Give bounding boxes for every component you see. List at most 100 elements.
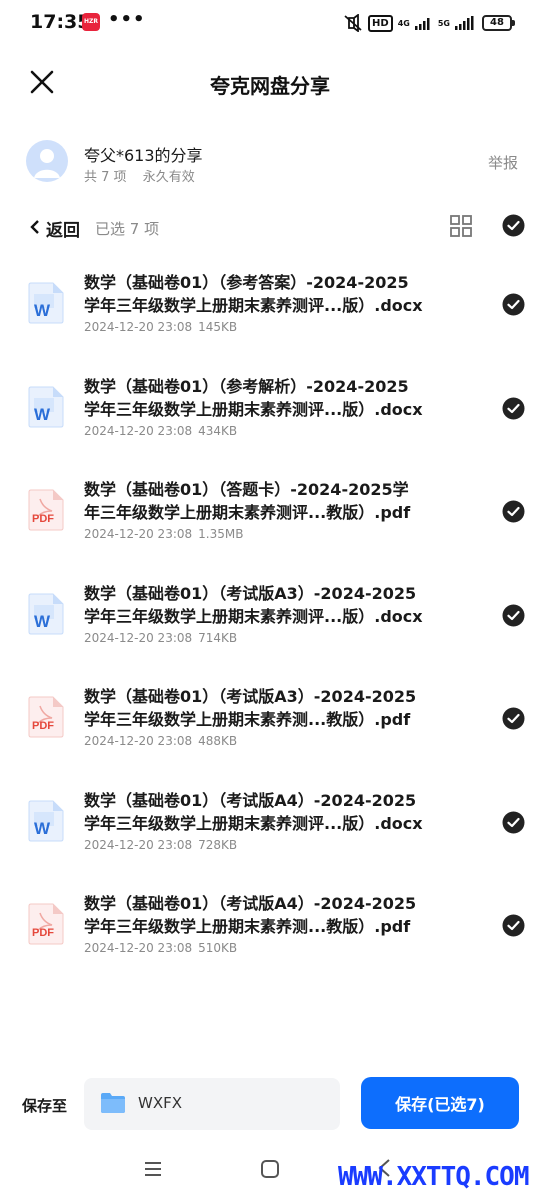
status-indicators: HD 4G 5G 48	[343, 13, 515, 33]
file-date: 2024-12-20 23:08	[84, 527, 193, 541]
check-circle-icon	[502, 214, 525, 237]
file-date: 2024-12-20 23:08	[84, 630, 193, 645]
share-info: 夸父*613的分享 共 7 项 永久有效 举报	[0, 130, 540, 194]
file-type-badge: PDF	[32, 513, 54, 525]
file-meta: 2024-12-20 23:08 434KB	[84, 424, 243, 438]
file-date: 2024-12-20 23:08	[84, 423, 193, 438]
bottom-bar: 保存至 WXFX 保存(已选7)	[0, 1070, 540, 1140]
check-circle-icon	[502, 914, 525, 937]
file-size: 1.35MB	[198, 527, 244, 541]
file-size: 488KB	[198, 734, 238, 748]
report-button[interactable]: 举报	[488, 152, 518, 173]
battery-icon: 48	[482, 15, 515, 31]
file-item[interactable]: PDF 数学（基础卷01）（考试版A3）-2024-2025 学年三年级数学上册期…	[0, 676, 540, 780]
user-avatar-icon	[34, 149, 60, 178]
file-type-badge: W	[34, 405, 51, 424]
file-size: 714KB	[198, 630, 238, 645]
file-checkbox[interactable]	[502, 397, 525, 420]
file-item[interactable]: PDF 数学（基础卷01）（考试版A4）-2024-2025 学年三年级数学上册期…	[0, 883, 540, 987]
file-name: 数学（基础卷01）（答题卡）-2024-2025学 年三年级数学上册期末素养测评…	[84, 480, 411, 522]
file-item[interactable]: PDF 数学（基础卷01）（答题卡）-2024-2025学 年三年级数学上册期末素…	[0, 469, 540, 573]
word-file-icon: W	[28, 800, 64, 841]
file-list: W 数学（基础卷01）（参考答案）-2024-2025 学年三年级数学上册期末素养…	[0, 262, 540, 987]
grid-view-toggle[interactable]	[450, 215, 472, 237]
mute-icon	[344, 14, 362, 32]
file-checkbox[interactable]	[502, 707, 525, 730]
share-item-count: 共 7 项	[84, 170, 127, 185]
back-button[interactable]: 返回	[30, 216, 80, 241]
file-name: 数学（基础卷01）（考试版A4）-2024-2025 学年三年级数学上册期末素养…	[84, 790, 423, 833]
file-meta: 2024-12-20 23:08 728KB	[84, 838, 243, 852]
file-checkbox[interactable]	[502, 914, 525, 937]
share-owner-name: 夸父*613的分享	[84, 146, 203, 165]
check-circle-icon	[502, 397, 525, 419]
page-title: 夸克网盘分享	[210, 74, 330, 98]
file-name: 数学（基础卷01）（参考解析）-2024-2025 学年三年级数学上册期末素养测…	[84, 376, 423, 419]
status-bar: 17:35 HZR ••• HD 4G 5G 48	[0, 0, 540, 46]
selected-count: 已选 7 项	[95, 220, 160, 238]
file-meta: 2024-12-20 23:08 145KB	[84, 320, 243, 334]
folder-name: WXFX	[138, 1094, 183, 1112]
file-date: 2024-12-20 23:08	[84, 320, 193, 334]
file-type-badge: PDF	[32, 927, 54, 939]
file-name: 数学（基础卷01）（参考答案）-2024-2025 学年三年级数学上册期末素养测…	[84, 273, 423, 315]
file-type-badge: W	[34, 612, 51, 631]
file-size: 145KB	[198, 320, 238, 334]
file-type-badge: W	[34, 301, 51, 320]
folder-icon	[101, 1093, 125, 1113]
watermark-text: WWW.XXTTQ.COM	[338, 1162, 529, 1192]
file-item[interactable]: W 数学（基础卷01）（参考答案）-2024-2025 学年三年级数学上册期末素养…	[0, 262, 540, 366]
pdf-file-icon: PDF	[28, 489, 64, 531]
file-checkbox[interactable]	[502, 604, 525, 627]
nav-recents-button[interactable]	[142, 1158, 164, 1180]
nav-home-button[interactable]	[259, 1158, 281, 1180]
file-name: 数学（基础卷01）（考试版A3）-2024-2025 学年三年级数学上册期末素养…	[84, 687, 417, 729]
hd-badge: HD	[368, 14, 393, 32]
back-label: 返回	[46, 221, 80, 241]
file-checkbox[interactable]	[502, 293, 525, 316]
share-validity: 永久有效	[142, 170, 195, 185]
word-file-icon: W	[28, 282, 64, 324]
file-item[interactable]: W 数学（基础卷01）（参考解析）-2024-2025 学年三年级数学上册期末素养…	[0, 366, 540, 470]
file-item[interactable]: W 数学（基础卷01）（考试版A4）-2024-2025 学年三年级数学上册期末素…	[0, 780, 540, 884]
signal-4g-icon	[414, 18, 430, 30]
file-checkbox[interactable]	[502, 811, 525, 834]
check-circle-icon	[502, 811, 525, 833]
file-type-badge: PDF	[32, 720, 54, 732]
file-meta: 2024-12-20 23:08 488KB	[84, 734, 243, 748]
share-meta: 共 7 项 永久有效	[84, 166, 207, 185]
home-square-icon	[261, 1160, 279, 1178]
file-date: 2024-12-20 23:08	[84, 941, 193, 955]
pdf-file-icon: PDF	[28, 903, 64, 945]
folder-picker[interactable]: WXFX	[84, 1078, 340, 1130]
file-name: 数学（基础卷01）（考试版A3）-2024-2025 学年三年级数学上册期末素养…	[84, 583, 423, 626]
more-notifications-icon: •••	[108, 9, 146, 30]
file-checkbox[interactable]	[502, 500, 525, 523]
avatar	[26, 140, 68, 182]
network-4g-label: 4G	[397, 18, 410, 28]
grid-icon	[450, 215, 472, 237]
file-meta: 2024-12-20 23:08 510KB	[84, 941, 243, 955]
selection-toolbar: 返回 已选 7 项	[0, 208, 540, 248]
check-circle-icon	[502, 707, 525, 730]
save-button[interactable]: 保存(已选7)	[361, 1077, 519, 1129]
file-size: 728KB	[198, 837, 238, 852]
app-notification-icon: HZR	[82, 13, 100, 31]
select-all-checkbox[interactable]	[502, 214, 525, 237]
word-file-icon: W	[28, 386, 64, 427]
file-meta: 2024-12-20 23:08 714KB	[84, 631, 243, 645]
check-circle-icon	[502, 500, 525, 523]
file-type-badge: W	[34, 819, 51, 838]
file-date: 2024-12-20 23:08	[84, 837, 193, 852]
file-meta: 2024-12-20 23:08 1.35MB	[84, 527, 249, 541]
file-item[interactable]: W 数学（基础卷01）（考试版A3）-2024-2025 学年三年级数学上册期末素…	[0, 573, 540, 677]
check-circle-icon	[502, 293, 525, 316]
file-date: 2024-12-20 23:08	[84, 734, 193, 748]
check-circle-icon	[502, 604, 525, 626]
signal-5g-icon	[455, 16, 474, 30]
file-name: 数学（基础卷01）（考试版A4）-2024-2025 学年三年级数学上册期末素养…	[84, 894, 417, 936]
chevron-left-icon	[30, 219, 40, 238]
save-to-label: 保存至	[22, 1097, 68, 1115]
file-size: 434KB	[198, 423, 238, 438]
network-5g-label: 5G	[437, 18, 450, 28]
